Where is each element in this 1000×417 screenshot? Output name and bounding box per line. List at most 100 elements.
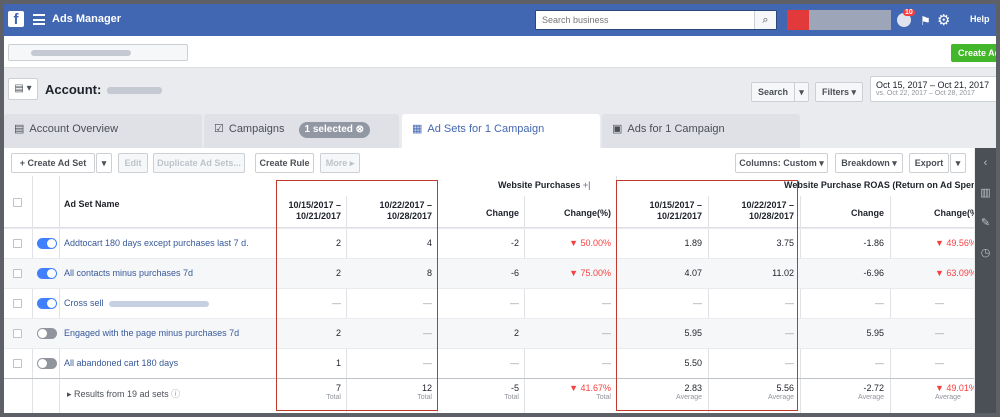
user-profile-redacted[interactable]	[787, 10, 891, 30]
create-ad-set-button[interactable]: + Create Ad Set	[11, 153, 95, 173]
ad-set-name-link[interactable]: Addtocart 180 days except purchases last…	[64, 238, 249, 248]
wp-change-pct-header[interactable]: Change(%)	[524, 208, 611, 219]
more-button[interactable]: More ▸	[320, 153, 360, 173]
summary-value: 2.83	[684, 383, 702, 393]
table-row[interactable]: All abandoned cart 180 days 1 — — — 5.50…	[4, 348, 974, 378]
roas-period2-value: —	[785, 328, 794, 338]
table-row[interactable]: Addtocart 180 days except purchases last…	[4, 228, 974, 258]
roas-change-pct-header[interactable]: Change(%)	[894, 208, 974, 219]
search-button[interactable]: Search ▾	[751, 82, 809, 102]
row-checkbox[interactable]	[13, 269, 22, 278]
close-icon[interactable]: ⊗	[356, 124, 364, 135]
create-dropdown-chevron-icon[interactable]: ▾	[96, 153, 112, 173]
chevron-down-icon[interactable]: ▾	[794, 83, 808, 101]
duplicate-button[interactable]: Duplicate Ad Sets...	[153, 153, 245, 173]
account-selector-redacted[interactable]	[8, 44, 188, 61]
wp-change-header[interactable]: Change	[444, 208, 519, 219]
roas-change-value: —	[875, 358, 884, 368]
summary-roas-change: -2.72 Average	[804, 383, 884, 401]
select-all-checkbox[interactable]	[13, 198, 22, 207]
summary-sublabel: Total	[326, 394, 341, 401]
table-row[interactable]: All contacts minus purchases 7d 2 8 -6 ▼…	[4, 258, 974, 288]
wp-period1-value: 1	[335, 358, 341, 368]
ad-set-name-header[interactable]: Ad Set Name	[64, 199, 120, 209]
breakdown-label: Breakdown	[841, 158, 890, 168]
columns-button[interactable]: Columns: Custom ▾	[735, 153, 828, 173]
tab-ad-sets[interactable]: ▦ Ad Sets for 1 Campaign	[402, 114, 600, 148]
collapse-chevron-icon[interactable]: ‹	[975, 148, 996, 178]
export-chevron-icon[interactable]: ▾	[950, 153, 966, 173]
columns-label: Columns: Custom	[739, 158, 817, 168]
tab-label: Campaigns	[228, 123, 285, 135]
roas-period1-header[interactable]: 10/15/2017 – 10/21/2017	[624, 200, 702, 222]
help-link[interactable]: Help	[970, 14, 990, 24]
summary-sublabel: Total	[417, 394, 432, 401]
status-toggle-on[interactable]	[37, 268, 57, 279]
row-checkbox[interactable]	[13, 359, 22, 368]
status-toggle-off[interactable]	[37, 328, 57, 339]
create-ad-button[interactable]: Create Ad	[951, 44, 996, 62]
gear-icon[interactable]: ⚙	[937, 11, 950, 29]
export-button[interactable]: Export	[909, 153, 949, 173]
selected-pill[interactable]: 1 selected ⊗	[298, 122, 371, 138]
tab-campaigns[interactable]: ☑ Campaigns 1 selected ⊗	[204, 114, 399, 148]
table-row[interactable]: Engaged with the page minus purchases 7d…	[4, 318, 974, 348]
flag-icon[interactable]: ⚑	[920, 14, 931, 28]
date-range-compare: vs. Oct 22, 2017 – Oct 28, 2017	[876, 90, 975, 97]
tab-label: Ads for 1 Campaign	[627, 123, 725, 135]
wp-period2-value: —	[423, 298, 432, 308]
roas-period2-header[interactable]: 10/22/2017 – 10/28/2017	[719, 200, 794, 222]
pencil-icon[interactable]: ✎	[975, 208, 996, 238]
status-toggle-off[interactable]	[37, 358, 57, 369]
summary-label[interactable]: ▸ Results from 19 ad sets ⓘ	[67, 387, 180, 400]
account-name-redacted	[107, 87, 162, 94]
breakdown-button[interactable]: Breakdown ▾	[835, 153, 903, 173]
hamburger-menu-icon[interactable]	[33, 14, 45, 25]
account-header: ▤ ▾ Account: Search ▾ Filters ▾ Oct 15, 2…	[4, 68, 996, 110]
status-toggle-on[interactable]	[37, 238, 57, 249]
edit-button[interactable]: Edit	[118, 153, 148, 173]
roas-change-pct-value: ▼ 63.09%	[935, 268, 974, 278]
account-menu-icon[interactable]: ▤ ▾	[8, 78, 38, 100]
filters-button[interactable]: Filters ▾	[815, 82, 863, 102]
redacted-text	[108, 300, 209, 307]
summary-roas-period2: 5.56 Average	[719, 383, 794, 401]
date-range-picker[interactable]: Oct 15, 2017 – Oct 21, 2017 vs. Oct 22, …	[870, 76, 996, 102]
search-icon[interactable]: ⌕	[754, 11, 776, 29]
tab-account-overview[interactable]: ▤ Account Overview	[4, 114, 202, 148]
row-checkbox[interactable]	[13, 239, 22, 248]
website-purchases-group-label: Website Purchases	[498, 180, 581, 190]
search-input[interactable]	[536, 11, 751, 29]
ad-set-name-link[interactable]: All contacts minus purchases 7d	[64, 268, 193, 278]
facebook-logo[interactable]: f	[8, 11, 24, 28]
ad-set-name-link[interactable]: All abandoned cart 180 days	[64, 358, 178, 368]
chart-icon[interactable]: ▥	[975, 178, 996, 208]
status-toggle-on[interactable]	[37, 298, 57, 309]
row-checkbox[interactable]	[13, 329, 22, 338]
group-divider	[616, 176, 617, 228]
summary-sublabel: Average	[858, 394, 884, 401]
wp-change-pct-value: —	[602, 358, 611, 368]
business-search: ⌕	[535, 10, 777, 30]
row-checkbox[interactable]	[13, 299, 22, 308]
ad-set-name-link[interactable]: Cross sell	[64, 298, 209, 308]
filters-label: Filters	[821, 87, 849, 97]
wp-period2-header[interactable]: 10/22/2017 – 10/28/2017	[364, 200, 432, 222]
info-icon[interactable]: ⓘ	[171, 389, 180, 399]
roas-change-header[interactable]: Change	[804, 208, 884, 219]
clock-icon[interactable]: ◷	[975, 238, 996, 268]
create-rule-button[interactable]: Create Rule	[255, 153, 314, 173]
wp-period1-value: 2	[335, 238, 341, 248]
pin-icon[interactable]: +|	[583, 180, 591, 190]
adsets-toolbar: + Create Ad Set ▾ Edit Duplicate Ad Sets…	[4, 148, 974, 176]
ad-set-name-link[interactable]: Engaged with the page minus purchases 7d	[64, 328, 239, 338]
create-label: Create Ad Set	[27, 158, 87, 168]
tab-ads[interactable]: ▣ Ads for 1 Campaign	[602, 114, 800, 148]
table-row[interactable]: Cross sell — — — — — — — —	[4, 288, 974, 318]
summary-wp-change: -5 Total	[444, 383, 519, 401]
summary-roas-change-pct: ▼ 49.01% Average	[909, 383, 974, 401]
website-purchases-group-header: Website Purchases +|	[498, 180, 591, 190]
right-side-rail: ‹ ▥ ✎ ◷	[975, 148, 996, 413]
wp-period1-header[interactable]: 10/15/2017 – 10/21/2017	[279, 200, 341, 222]
search-button-label: Search	[757, 87, 789, 97]
